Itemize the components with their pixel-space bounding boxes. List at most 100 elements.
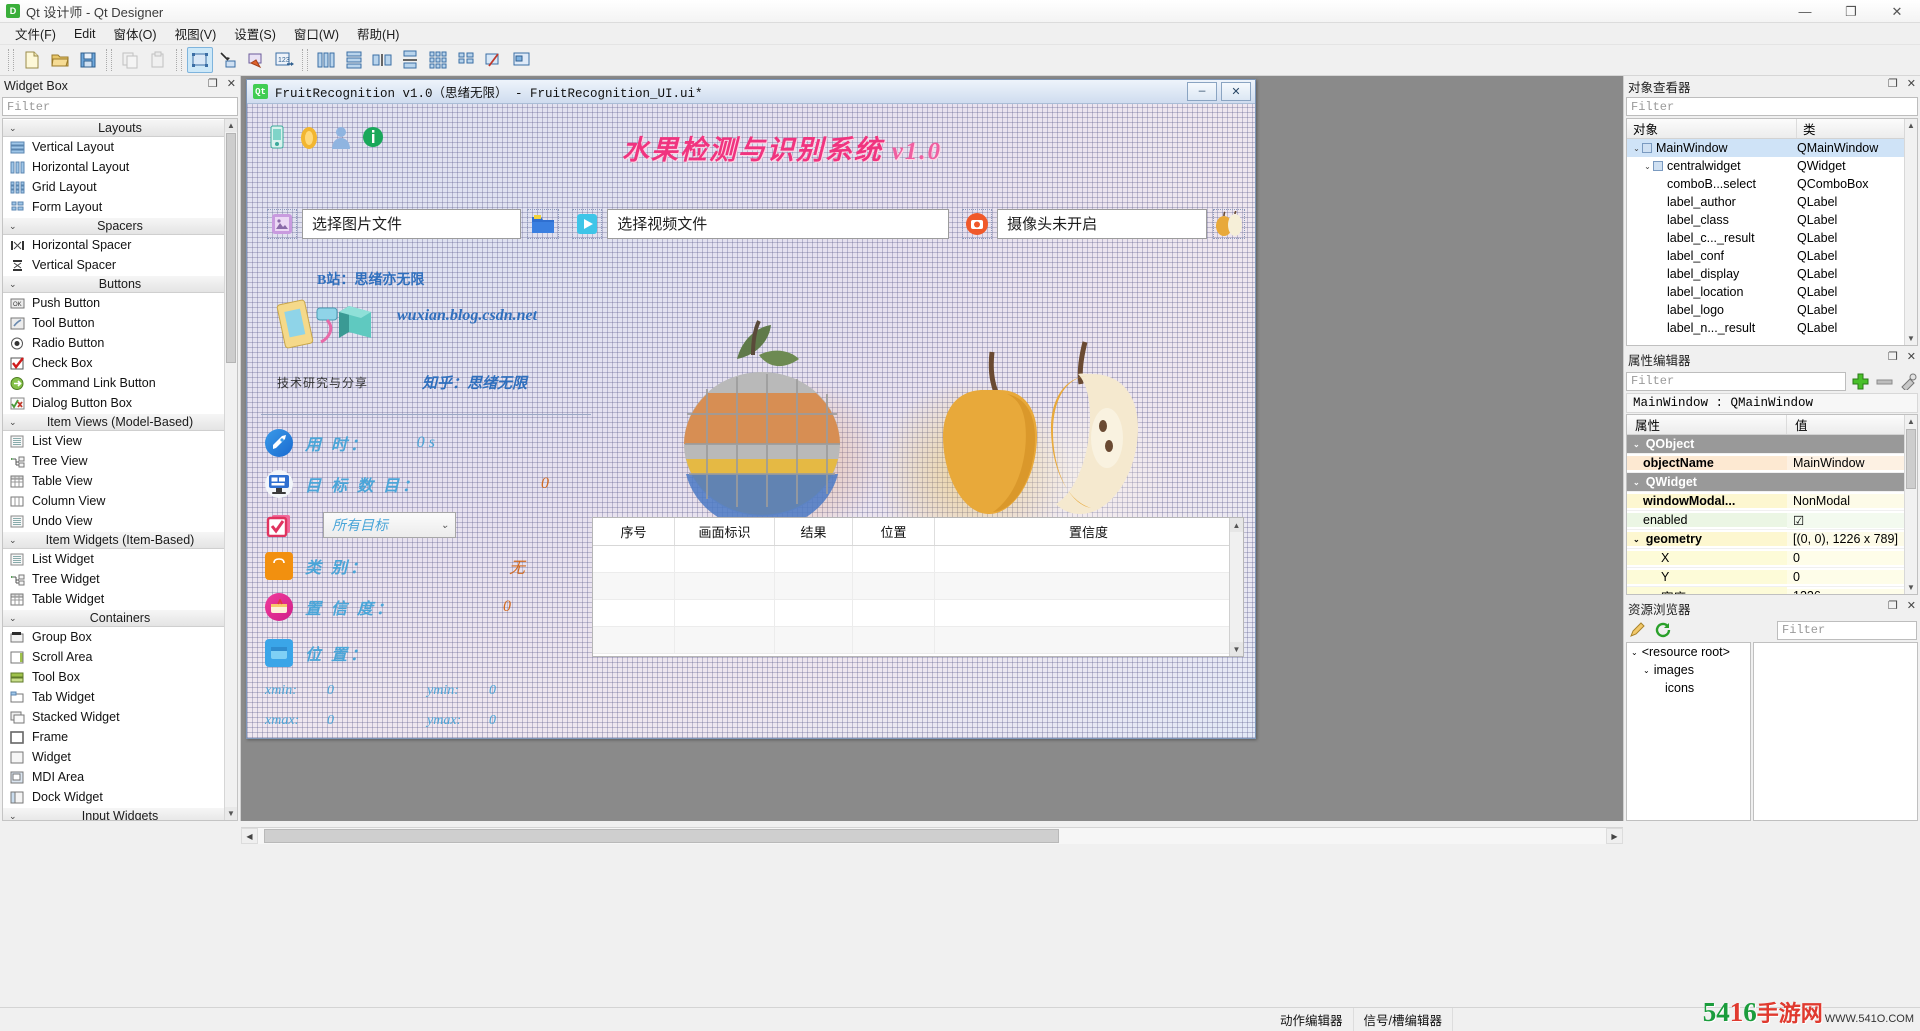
info-icon[interactable]	[361, 124, 385, 150]
widget-item-list-view[interactable]: List View	[3, 431, 237, 451]
layout-form-icon[interactable]	[453, 47, 479, 73]
object-row-label-location[interactable]: label_location QLabel	[1627, 283, 1917, 301]
resource-browser-float-icon[interactable]: ❐	[1888, 599, 1898, 612]
widget-group-buttons[interactable]: ⌄ Buttons	[3, 275, 237, 293]
widget-item-command-link-button[interactable]: Command Link Button	[3, 373, 237, 393]
edit-signals-slots-icon[interactable]	[215, 47, 241, 73]
widget-group-containers[interactable]: ⌄ Containers	[3, 609, 237, 627]
chevron-down-icon[interactable]: ⌄	[1631, 648, 1638, 657]
widget-item-table-view[interactable]: Table View	[3, 471, 237, 491]
menu-window[interactable]: 窗口(W)	[285, 22, 348, 45]
property-table-scrollbar[interactable]: ▲ ▼	[1904, 415, 1917, 594]
resource-filter-input[interactable]: Filter	[1777, 620, 1917, 640]
table-row[interactable]	[593, 600, 1243, 627]
scroll-up-icon[interactable]: ▲	[1230, 518, 1243, 532]
object-inspector-filter-input[interactable]: Filter	[1626, 97, 1918, 116]
layout-grid-icon[interactable]	[425, 47, 451, 73]
device-icon[interactable]	[265, 124, 289, 150]
break-layout-icon[interactable]	[481, 47, 507, 73]
object-row-mainwindow[interactable]: ⌄ MainWindow QMainWindow	[1627, 139, 1917, 157]
widget-item-tree-widget[interactable]: Tree Widget	[3, 569, 237, 589]
pear-thumb-icon[interactable]	[1213, 208, 1245, 239]
widget-group-layouts[interactable]: ⌄ Layouts	[3, 119, 237, 137]
chevron-down-icon[interactable]: ⌄	[1633, 478, 1640, 487]
scroll-right-icon[interactable]: ▶	[1606, 828, 1623, 844]
image-path-field[interactable]: 选择图片文件	[302, 208, 522, 239]
widget-item-list-widget[interactable]: List Widget	[3, 549, 237, 569]
object-row-label-n-result[interactable]: label_n..._result QLabel	[1627, 319, 1917, 337]
widget-item-grid-layout[interactable]: Grid Layout	[3, 177, 237, 197]
table-row[interactable]	[593, 627, 1243, 654]
layout-horizontally-icon[interactable]	[313, 47, 339, 73]
property-editor-float-icon[interactable]: ❐	[1888, 350, 1898, 363]
widget-item-tab-widget[interactable]: Tab Widget	[3, 687, 237, 707]
object-row-label-display[interactable]: label_display QLabel	[1627, 265, 1917, 283]
play-video-icon[interactable]	[572, 208, 603, 239]
camera-icon[interactable]	[962, 208, 993, 239]
mango-icon[interactable]	[297, 124, 321, 150]
menu-view[interactable]: 视图(V)	[166, 22, 226, 45]
table-row[interactable]	[593, 573, 1243, 600]
widget-item-push-button[interactable]: OK Push Button	[3, 293, 237, 313]
wrench-icon[interactable]	[1898, 371, 1918, 391]
widget-item-form-layout[interactable]: Form Layout	[3, 197, 237, 217]
widget-item-mdi-area[interactable]: MDI Area	[3, 767, 237, 787]
table-row[interactable]	[593, 546, 1243, 573]
tab-signal-slot-editor[interactable]: 信号/槽编辑器	[1354, 1007, 1453, 1031]
target-select-combo[interactable]: 所有目标 ⌄	[323, 512, 456, 538]
object-inspector-tree[interactable]: 对象 类 ⌄ MainWindow QMainWindow ⌄ centralwidg…	[1626, 118, 1918, 346]
layout-vertically-icon[interactable]	[341, 47, 367, 73]
object-tree-scrollbar[interactable]: ▲ ▼	[1904, 119, 1917, 345]
object-row-centralwidget[interactable]: ⌄ centralwidget QWidget	[1627, 157, 1917, 175]
result-table[interactable]: 序号 画面标识 结果 位置 置信度 ▲ ▼	[592, 517, 1244, 657]
widget-item-horizontal-layout[interactable]: Horizontal Layout	[3, 157, 237, 177]
layout-splitter-horizontal-icon[interactable]	[369, 47, 395, 73]
object-row-label-author[interactable]: label_author QLabel	[1627, 193, 1917, 211]
widget-box-filter-input[interactable]: Filter	[2, 97, 238, 116]
chevron-down-icon[interactable]: ⌄	[1643, 666, 1650, 675]
widget-group-spacers[interactable]: ⌄ Spacers	[3, 217, 237, 235]
minimize-button[interactable]: —	[1782, 0, 1828, 23]
chevron-down-icon[interactable]: ⌄	[1633, 535, 1640, 544]
menu-help[interactable]: 帮助(H)	[348, 22, 408, 45]
paste-icon[interactable]	[145, 47, 171, 73]
widget-item-undo-view[interactable]: Undo View	[3, 511, 237, 531]
widget-item-radio-button[interactable]: Radio Button	[3, 333, 237, 353]
resource-preview[interactable]	[1753, 642, 1918, 821]
property-group-qobject[interactable]: ⌄ QObject	[1627, 435, 1917, 454]
reload-icon[interactable]	[1653, 620, 1673, 640]
chevron-down-icon[interactable]: ⌄	[1631, 144, 1642, 153]
widget-item-widget[interactable]: Widget	[3, 747, 237, 767]
property-row-geometry[interactable]: ⌄ geometry [(0, 0), 1226 x 789]	[1627, 530, 1917, 549]
scroll-down-icon[interactable]: ▼	[1230, 642, 1243, 656]
widget-box-close-icon[interactable]: ✕	[227, 77, 236, 90]
csdn-link[interactable]: wuxian.blog.csdn.net	[397, 307, 537, 325]
resource-browser-close-icon[interactable]: ✕	[1907, 599, 1916, 612]
widget-item-dialog-button-box[interactable]: Dialog Button Box	[3, 393, 237, 413]
bilibili-link[interactable]: B站：思绪亦无限	[317, 269, 424, 289]
scroll-up-icon[interactable]: ▲	[225, 119, 237, 132]
widget-item-scroll-area[interactable]: Scroll Area	[3, 647, 237, 667]
object-row-label-c-result[interactable]: label_c..._result QLabel	[1627, 229, 1917, 247]
property-row-geometry-y[interactable]: Y0	[1627, 568, 1917, 587]
property-row-windowmodality[interactable]: windowModal... NonModal	[1627, 492, 1917, 511]
property-filter-input[interactable]: Filter	[1626, 371, 1846, 391]
copy-icon[interactable]	[117, 47, 143, 73]
form-close-button[interactable]: ✕	[1221, 82, 1251, 101]
widget-box-float-icon[interactable]: ❐	[208, 77, 218, 90]
resource-row-root[interactable]: ⌄ <resource root>	[1627, 643, 1750, 661]
widget-group-input-widgets[interactable]: ⌄ Input Widgets	[3, 807, 237, 820]
scroll-thumb[interactable]	[226, 133, 236, 363]
widget-box-scrollbar[interactable]: ▲ ▼	[224, 119, 237, 820]
scroll-down-icon[interactable]: ▼	[1905, 581, 1917, 594]
scroll-thumb[interactable]	[264, 829, 1059, 843]
widget-item-tree-view[interactable]: Tree View	[3, 451, 237, 471]
property-editor-close-icon[interactable]: ✕	[1907, 350, 1916, 363]
pencil-icon[interactable]	[1627, 620, 1647, 640]
widget-item-column-view[interactable]: Column View	[3, 491, 237, 511]
widget-item-dock-widget[interactable]: Dock Widget	[3, 787, 237, 807]
open-form-icon[interactable]	[47, 47, 73, 73]
chevron-down-icon[interactable]: ⌄	[1642, 162, 1653, 171]
form-minimize-button[interactable]: —	[1187, 82, 1217, 101]
property-row-enabled[interactable]: enabled ☑	[1627, 511, 1917, 530]
